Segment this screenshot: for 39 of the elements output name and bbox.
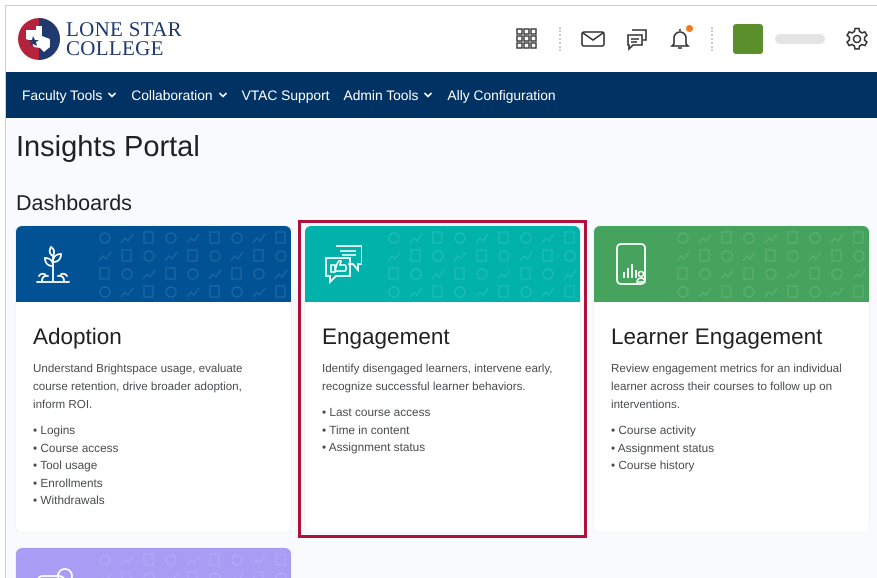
card-description: Review engagement metrics for an individual learner across their courses to follow up on interventions.	[611, 361, 843, 413]
card-title: Learner Engagement	[611, 324, 824, 350]
nav-menu-item[interactable]: Faculty Tools	[15, 82, 124, 108]
chat-thumbs-up-icon	[322, 242, 362, 286]
nav-menu-item[interactable]: Admin Tools	[336, 82, 440, 108]
page-title: Insights Portal	[16, 130, 201, 164]
chevron-down-icon	[218, 91, 228, 99]
metric-item: • Last course access	[322, 404, 432, 421]
settings-icon[interactable]	[845, 27, 869, 51]
metric-item: • Enrollments	[33, 474, 104, 492]
dashboard-card[interactable]: Engagement Identify disengaged learners, intervene early, recognize successful learner behaviors. • Last course access • Time in content • Assignment status	[305, 226, 580, 532]
chevron-down-icon	[423, 91, 434, 99]
metric-item: • Withdrawals	[33, 492, 106, 509]
metric-item: • Tool usage	[33, 457, 98, 474]
metric-item: • Logins	[33, 422, 76, 439]
card-title: Adoption	[33, 324, 123, 350]
metric-item: • Assignment status	[322, 439, 426, 456]
metric-item: • Course activity	[611, 422, 697, 439]
metric-item: • Course history	[611, 457, 696, 474]
nav-menu-item[interactable]: Ally Configuration	[440, 82, 563, 108]
chevron-down-icon	[107, 91, 118, 99]
card-description: Understand Brightspace usage, evaluate course retention, drive broader adoption, inform ROI.	[33, 361, 244, 413]
bell-icon[interactable]	[669, 27, 691, 51]
card-title: Engagement	[322, 324, 451, 350]
college-name: LONE STAR	[66, 20, 182, 39]
section-title: Dashboards	[16, 190, 133, 216]
dashboard-card[interactable]: Learner Engagement Review engagement metrics for an individual learner across their courses to follow up on interventions. • Course activity • Assignment status • Course history	[594, 226, 869, 532]
metric-item: • Assignment status	[611, 440, 716, 456]
nav-menu-item[interactable]: VTAC Support	[234, 82, 337, 108]
metric-item: • Time in content	[322, 422, 410, 438]
dashboard-card[interactable]: Adoption Understand Brightspace usage, evaluate course retention, drive broader adoption, inform ROI. • Logins • Course access • Tool usage • Enrollments • Withdrawals	[16, 226, 291, 532]
chat-bubbles-icon[interactable]	[625, 27, 649, 51]
college-logo-icon	[16, 16, 62, 62]
blurred-username	[775, 34, 825, 44]
card-description: Identify disengaged learners, intervene early, recognize successful learner behaviors.	[322, 361, 554, 395]
metric-item: • Course access	[33, 440, 120, 456]
apps-grid-icon[interactable]	[515, 27, 539, 51]
college-name: COLLEGE	[66, 39, 164, 58]
nav-menu-item[interactable]: Collaboration	[124, 82, 235, 108]
